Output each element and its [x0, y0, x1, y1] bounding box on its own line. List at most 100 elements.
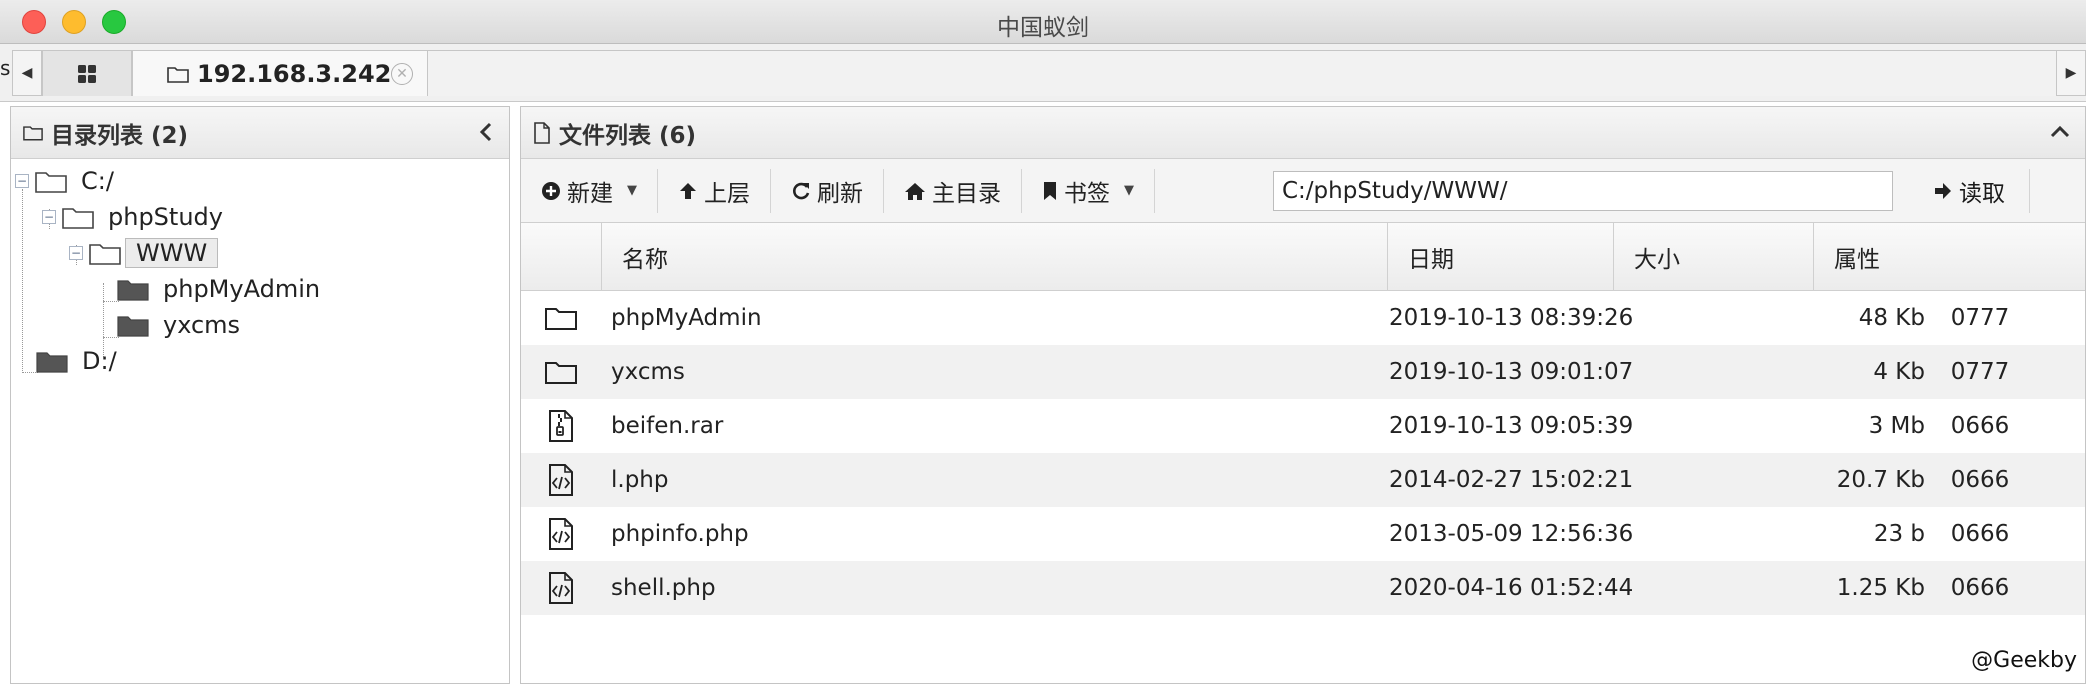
tree-node-label: phpMyAdmin	[163, 275, 321, 303]
file-name: phpinfo.php	[611, 521, 749, 547]
folder-outline-icon	[23, 126, 43, 141]
tree-node-phpmyadmin[interactable]: phpMyAdmin	[117, 271, 320, 307]
folder-icon	[545, 308, 577, 330]
grid-icon	[78, 64, 96, 83]
column-header-label: 日期	[1408, 247, 1454, 273]
file-outline-icon	[534, 121, 550, 144]
caret-down-icon: ▼	[1124, 183, 1134, 198]
folder-outline-icon	[62, 208, 94, 229]
column-header-label: 大小	[1634, 247, 1680, 273]
directory-panel: 目录列表 (2) − C:/ − phpStudy − WWW phpMyAdm…	[10, 106, 510, 684]
file-date: 2014-02-27 15:02:21	[1389, 467, 1634, 493]
collapse-node-icon[interactable]: −	[42, 210, 56, 224]
folder-filled-icon	[117, 280, 149, 301]
code-file-icon	[549, 572, 573, 604]
tree-node-label: D:/	[82, 347, 117, 375]
watermark-text: @Geekby	[1971, 648, 2077, 673]
column-header-label: 名称	[622, 247, 668, 273]
window-titlebar: 中国蚁剑	[0, 0, 2086, 44]
tree-node-c-drive[interactable]: − C:/	[15, 163, 114, 199]
refresh-button-label: 刷新	[817, 180, 863, 207]
file-size: 48 Kb	[1858, 305, 1925, 331]
folder-outline-icon	[89, 244, 121, 265]
tree-node-yxcms[interactable]: yxcms	[117, 307, 240, 343]
file-list-panel: 文件列表 (6) 新建 ▼ 上层 刷新 主目录 书签 ▼ C:/phpStudy…	[520, 106, 2086, 684]
bookmark-button[interactable]: 书签 ▼	[1022, 168, 1155, 213]
tab-scroll-left-button[interactable]: ◀	[12, 50, 42, 96]
arrow-right-icon	[1935, 183, 1951, 199]
column-header-date[interactable]: 日期	[1387, 223, 1613, 291]
tree-node-d-drive[interactable]: D:/	[36, 343, 117, 379]
path-input[interactable]	[1273, 171, 1893, 211]
file-toolbar: 新建 ▼ 上层 刷新 主目录 书签 ▼ C:/phpStudy/WWW/ 读取	[521, 159, 2085, 223]
chevron-up-icon	[2050, 125, 2070, 138]
refresh-button[interactable]: 刷新	[771, 168, 884, 213]
file-attr: 0777	[1950, 359, 2010, 385]
caret-left-icon: ◀	[21, 65, 33, 81]
tab-host[interactable]: 192.168.3.242 ✕	[132, 50, 428, 96]
tree-node-label-selected: WWW	[125, 238, 219, 268]
file-name: l.php	[611, 467, 669, 493]
up-level-button-label: 上层	[704, 180, 750, 207]
caret-down-icon: ▼	[627, 183, 637, 198]
table-row[interactable]: shell.php 2020-04-16 01:52:44 1.25 Kb 06…	[521, 561, 2085, 615]
directory-panel-header: 目录列表 (2)	[11, 107, 509, 159]
file-name: beifen.rar	[611, 413, 724, 439]
archive-file-icon	[549, 410, 573, 442]
collapse-panel-button[interactable]	[477, 121, 495, 149]
file-table-header: 名称 日期 大小 属性	[521, 223, 2085, 291]
folder-outline-icon	[35, 172, 67, 193]
tree-node-www[interactable]: − WWW	[69, 235, 219, 271]
file-attr: 0666	[1950, 575, 2010, 601]
file-list-panel-title: 文件列表 (6)	[559, 122, 697, 149]
tab-bar-empty-area	[428, 50, 2056, 96]
column-header-label: 属性	[1834, 247, 1880, 273]
caret-right-icon: ▶	[2065, 65, 2077, 81]
column-header-attr[interactable]: 属性	[1813, 223, 2011, 291]
read-path-button[interactable]: 读取	[1909, 169, 2030, 213]
code-file-icon	[549, 464, 573, 496]
chevron-left-icon	[479, 122, 492, 142]
new-button-label: 新建	[567, 180, 613, 207]
tree-node-phpstudy[interactable]: − phpStudy	[42, 199, 223, 235]
file-attr: 0777	[1950, 305, 2010, 331]
file-date: 2019-10-13 08:39:26	[1389, 305, 1634, 331]
clipped-edge-text: s	[0, 56, 11, 80]
tab-scroll-right-button[interactable]: ▶	[2056, 50, 2086, 96]
file-size: 23 b	[1873, 521, 1925, 547]
collapse-node-icon[interactable]: −	[69, 246, 83, 260]
tab-host-label: 192.168.3.242	[197, 59, 392, 88]
new-button[interactable]: 新建 ▼	[521, 168, 658, 213]
home-directory-button[interactable]: 主目录	[884, 168, 1022, 213]
close-tab-icon[interactable]: ✕	[391, 63, 413, 85]
folder-filled-icon	[117, 316, 149, 337]
collapse-file-panel-button[interactable]	[2049, 121, 2071, 147]
table-row[interactable]: phpMyAdmin 2019-10-13 08:39:26 48 Kb 077…	[521, 291, 2085, 345]
file-attr: 0666	[1950, 467, 2010, 493]
tree-node-label: phpStudy	[108, 203, 223, 231]
tree-node-label: C:/	[81, 167, 114, 195]
code-file-icon	[549, 518, 573, 550]
directory-panel-title: 目录列表 (2)	[51, 122, 189, 149]
tree-node-label: yxcms	[163, 311, 241, 339]
tab-dashboard[interactable]	[42, 50, 132, 96]
file-list-panel-header: 文件列表 (6)	[521, 107, 2085, 159]
column-header-name[interactable]: 名称	[601, 223, 1387, 291]
file-size: 20.7 Kb	[1836, 467, 1925, 493]
file-size: 3 Mb	[1868, 413, 1925, 439]
folder-filled-icon	[36, 352, 68, 373]
table-row[interactable]: beifen.rar 2019-10-13 09:05:39 3 Mb 0666	[521, 399, 2085, 453]
folder-outline-icon	[167, 66, 189, 83]
collapse-node-icon[interactable]: −	[15, 174, 29, 188]
file-name: shell.php	[611, 575, 716, 601]
up-level-button[interactable]: 上层	[658, 168, 771, 213]
table-row[interactable]: l.php 2014-02-27 15:02:21 20.7 Kb 0666	[521, 453, 2085, 507]
file-size: 4 Kb	[1873, 359, 1925, 385]
table-row[interactable]: phpinfo.php 2013-05-09 12:56:36 23 b 066…	[521, 507, 2085, 561]
file-date: 2019-10-13 09:01:07	[1389, 359, 1634, 385]
file-date: 2020-04-16 01:52:44	[1389, 575, 1634, 601]
home-directory-button-label: 主目录	[932, 180, 1001, 207]
file-name: yxcms	[611, 359, 685, 385]
column-header-size[interactable]: 大小	[1613, 223, 1813, 291]
table-row[interactable]: yxcms 2019-10-13 09:01:07 4 Kb 0777	[521, 345, 2085, 399]
